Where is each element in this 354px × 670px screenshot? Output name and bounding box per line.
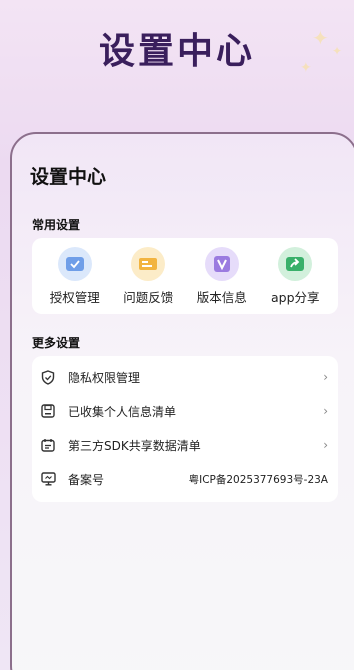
common-settings-panel: 授权管理 问题反馈 版本信息 app分享	[32, 238, 338, 314]
share-button[interactable]: app分享	[259, 246, 331, 306]
personal-info-list-row[interactable]: 已收集个人信息清单 ›	[32, 394, 338, 428]
calendar-icon	[40, 437, 56, 453]
icp-record-row[interactable]: 备案号 粤ICP备2025377693号-23A	[32, 462, 338, 496]
feedback-button[interactable]: 问题反馈	[112, 246, 184, 306]
settings-card: 设置中心 常用设置 授权管理 问题反馈 版本信息 app分享 更多设置 隐私权限…	[10, 132, 354, 670]
feedback-icon	[131, 246, 166, 281]
card-title: 设置中心	[30, 166, 107, 188]
share-label: app分享	[270, 289, 320, 305]
third-party-sdk-label: 第三方SDK共享数据清单	[68, 438, 201, 453]
save-icon	[40, 403, 56, 419]
version-button[interactable]: 版本信息	[186, 246, 258, 306]
privacy-permission-row[interactable]: 隐私权限管理 ›	[32, 360, 338, 394]
common-settings-label: 常用设置	[32, 218, 81, 232]
icp-record-number: 粤ICP备2025377693号-23A	[188, 473, 328, 486]
third-party-sdk-row[interactable]: 第三方SDK共享数据清单 ›	[32, 428, 338, 462]
version-label: 版本信息	[196, 289, 247, 305]
shield-icon	[40, 369, 56, 385]
more-settings-label: 更多设置	[32, 336, 81, 350]
authorize-label: 授权管理	[49, 289, 100, 305]
share-icon	[278, 246, 313, 281]
chevron-right-icon: ›	[323, 370, 328, 384]
personal-info-list-label: 已收集个人信息清单	[68, 404, 177, 419]
monitor-icon	[40, 471, 56, 487]
authorize-button[interactable]: 授权管理	[39, 246, 111, 306]
privacy-permission-label: 隐私权限管理	[68, 370, 141, 385]
version-icon	[204, 246, 239, 281]
chevron-right-icon: ›	[323, 438, 328, 452]
page-title: 设置中心	[98, 31, 255, 72]
chevron-right-icon: ›	[323, 404, 328, 418]
authorize-icon	[57, 246, 92, 281]
icp-record-label: 备案号	[68, 472, 105, 487]
feedback-label: 问题反馈	[123, 289, 174, 305]
more-settings-panel: 隐私权限管理 › 已收集个人信息清单 › 第三方SDK共享数据清单 › 备案号 …	[32, 356, 338, 502]
